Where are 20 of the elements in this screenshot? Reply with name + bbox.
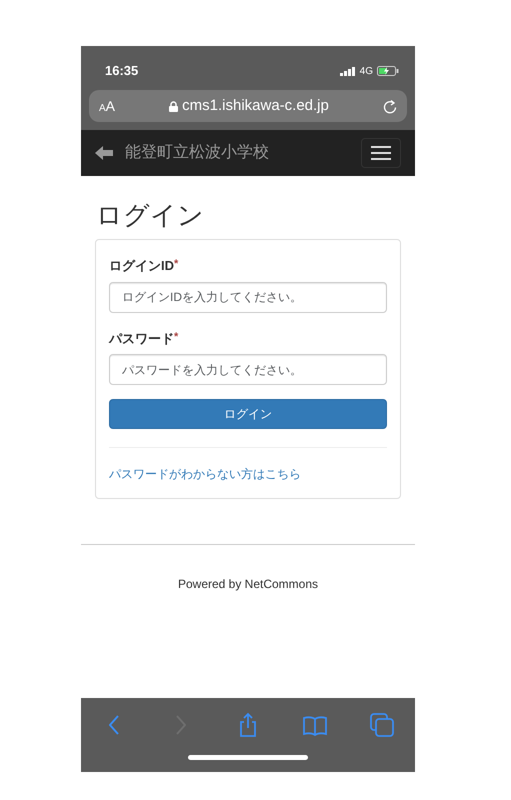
footer-text: Powered by NetCommons — [178, 577, 318, 592]
network-label: 4G — [360, 64, 373, 78]
menu-button[interactable] — [361, 138, 401, 168]
field-label: パスワード* — [109, 330, 178, 348]
login-button[interactable]: ログイン — [109, 399, 387, 430]
input-field[interactable]: パスワードを入力してください。 — [109, 354, 387, 386]
text-size-button[interactable]: AA — [99, 96, 116, 116]
tabs-button[interactable] — [368, 712, 395, 738]
status-time: 16:35 — [105, 62, 138, 80]
forgot-password-link[interactable]: パスワードがわからない方はこちら — [109, 467, 301, 482]
input-field[interactable]: ログインIDを入力してください。 — [109, 282, 387, 313]
back-arrow-icon[interactable] — [95, 146, 113, 160]
page-heading: ログイン — [96, 200, 205, 232]
tabs-icon — [368, 712, 395, 738]
address-bar[interactable]: AA cms1.ishikawa-c.ed.jp — [89, 90, 407, 122]
url-text: cms1.ishikawa-c.ed.jp — [182, 96, 329, 116]
back-icon — [109, 715, 120, 735]
signal-icon — [340, 66, 356, 76]
field-label: ログインID* — [109, 257, 178, 276]
reload-icon[interactable] — [383, 98, 397, 114]
